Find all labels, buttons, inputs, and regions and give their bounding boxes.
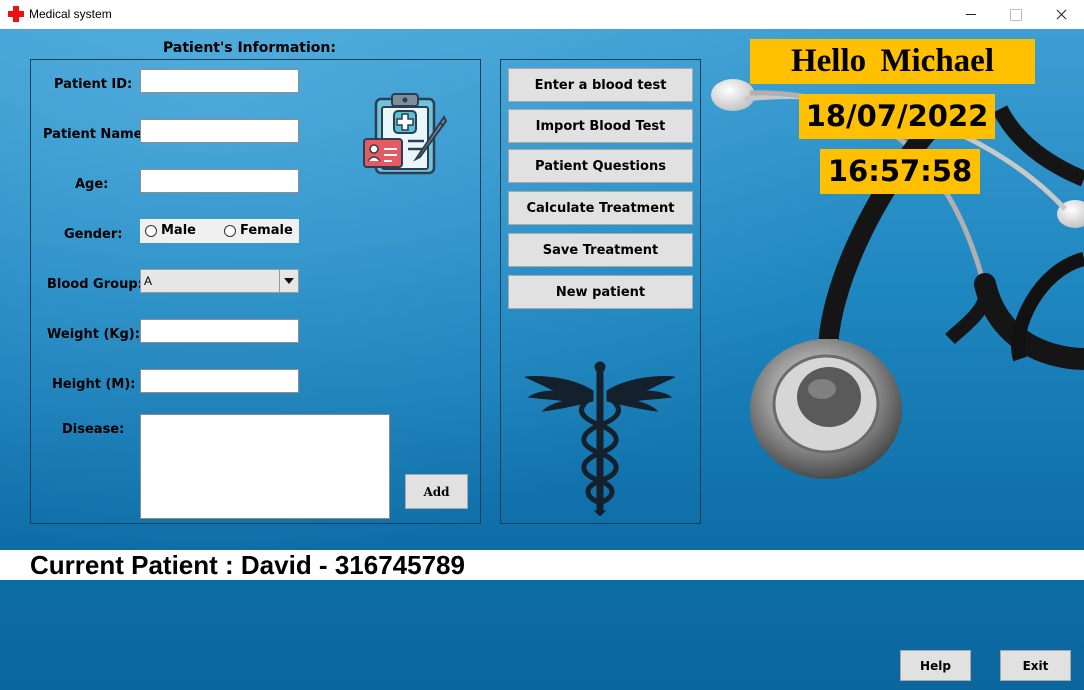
age-label: Age:: [75, 177, 109, 192]
greeting-banner: Hello Michael: [750, 39, 1035, 84]
female-radio[interactable]: [224, 225, 236, 237]
main-window: Patient's Information: Patient ID: Patie…: [0, 29, 1084, 690]
add-button[interactable]: Add: [405, 474, 468, 509]
male-radio[interactable]: [145, 225, 157, 237]
weight-input[interactable]: [140, 319, 299, 343]
caduceus-icon: [525, 361, 675, 516]
enter-blood-test-button[interactable]: Enter a blood test: [508, 68, 693, 102]
patient-name-input[interactable]: [140, 119, 299, 143]
window-title: Medical system: [29, 7, 112, 21]
gender-label: Gender:: [64, 227, 123, 242]
chevron-down-icon[interactable]: [279, 270, 298, 292]
female-radio-label[interactable]: Female: [240, 223, 293, 238]
patient-id-input[interactable]: [140, 69, 299, 93]
weight-label: Weight (Kg):: [47, 327, 140, 342]
disease-textarea[interactable]: [140, 414, 390, 519]
disease-label: Disease:: [62, 422, 125, 437]
title-bar: Medical system: [0, 0, 1084, 29]
calculate-treatment-button[interactable]: Calculate Treatment: [508, 191, 693, 225]
male-radio-label[interactable]: Male: [161, 223, 196, 238]
date-display: 18/07/2022: [799, 94, 995, 139]
import-blood-test-button[interactable]: Import Blood Test: [508, 109, 693, 143]
minimize-button[interactable]: [948, 0, 994, 29]
gender-radio-group: Male Female: [140, 219, 299, 243]
ear-tip: [711, 79, 755, 111]
maximize-button[interactable]: [992, 0, 1038, 29]
section-title: Patient's Information:: [163, 40, 336, 56]
patient-questions-button[interactable]: Patient Questions: [508, 149, 693, 183]
blood-group-label: Blood Group:: [47, 277, 143, 292]
current-patient-text: Current Patient : David - 316745789: [30, 550, 465, 580]
clipboard-icon: [363, 93, 448, 175]
blood-group-select[interactable]: A: [140, 269, 299, 293]
save-treatment-button[interactable]: Save Treatment: [508, 233, 693, 267]
new-patient-button[interactable]: New patient: [508, 275, 693, 309]
height-input[interactable]: [140, 369, 299, 393]
age-input[interactable]: [140, 169, 299, 193]
close-window-button[interactable]: [1038, 0, 1084, 29]
height-label: Height (M):: [52, 377, 136, 392]
patient-name-label: Patient Name:: [43, 127, 148, 142]
blood-group-value: A: [144, 274, 153, 288]
help-button[interactable]: Help: [900, 650, 971, 681]
time-display: 16:57:58: [820, 149, 980, 194]
patient-id-label: Patient ID:: [54, 77, 133, 92]
exit-button[interactable]: Exit: [1000, 650, 1071, 681]
current-patient-bar: Current Patient : David - 316745789: [0, 550, 1084, 580]
red-cross-icon: [8, 6, 24, 22]
